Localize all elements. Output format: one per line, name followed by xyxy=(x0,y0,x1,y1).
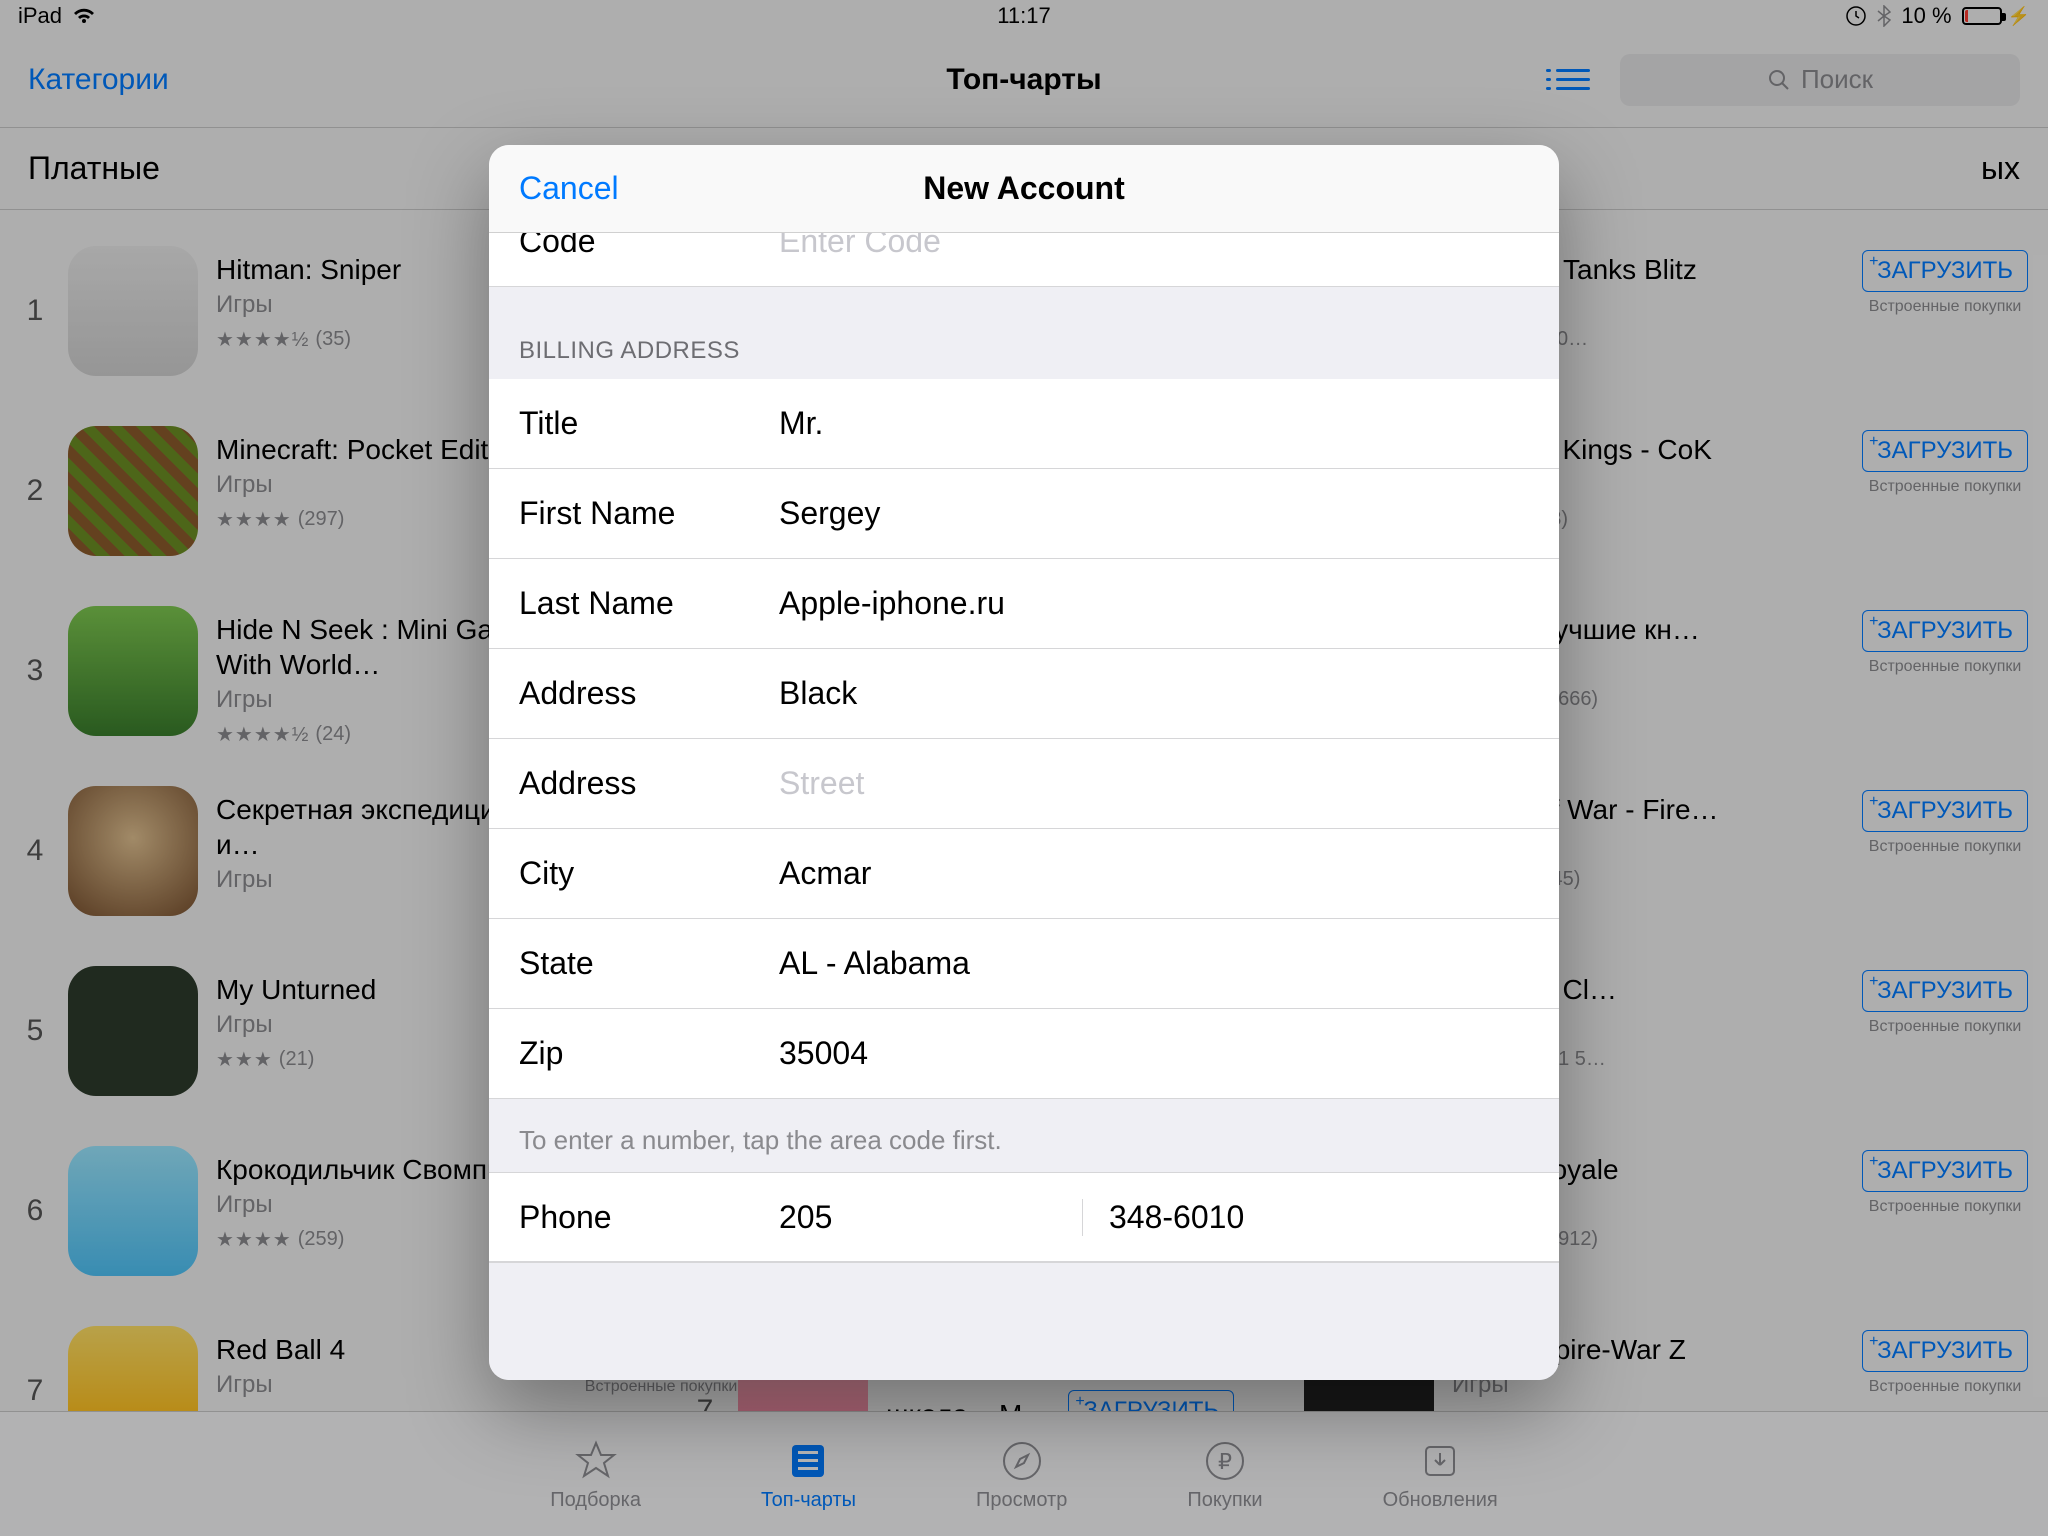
new-account-modal: Cancel New Account Code BILLING ADDRESS … xyxy=(489,145,1559,1380)
phone-number-input[interactable] xyxy=(1109,1199,1529,1236)
first-name-row[interactable]: First Name xyxy=(489,469,1559,559)
title-value[interactable]: Mr. xyxy=(779,405,1529,442)
code-row[interactable]: Code xyxy=(489,233,1559,287)
state-value[interactable]: AL - Alabama xyxy=(779,945,1529,982)
address1-input[interactable] xyxy=(779,675,1529,712)
last-name-input[interactable] xyxy=(779,585,1529,622)
title-row[interactable]: Title Mr. xyxy=(489,379,1559,469)
modal-body[interactable]: Code BILLING ADDRESS Title Mr. First Nam… xyxy=(489,233,1559,1380)
state-row[interactable]: State AL - Alabama xyxy=(489,919,1559,1009)
phone-note: To enter a number, tap the area code fir… xyxy=(489,1099,1559,1172)
address1-row[interactable]: Address xyxy=(489,649,1559,739)
address2-row[interactable]: Address xyxy=(489,739,1559,829)
billing-address-header: BILLING ADDRESS xyxy=(489,287,1559,379)
zip-row[interactable]: Zip xyxy=(489,1009,1559,1099)
cancel-button[interactable]: Cancel xyxy=(519,170,619,207)
modal-header: Cancel New Account xyxy=(489,145,1559,233)
modal-title: New Account xyxy=(923,170,1125,207)
code-label: Code xyxy=(519,233,779,260)
address2-input[interactable] xyxy=(779,765,1529,802)
first-name-input[interactable] xyxy=(779,495,1529,532)
code-input[interactable] xyxy=(779,233,1529,260)
phone-area-input[interactable]: 205 xyxy=(779,1199,1083,1236)
last-name-row[interactable]: Last Name xyxy=(489,559,1559,649)
phone-row[interactable]: Phone 205 xyxy=(489,1172,1559,1262)
city-input[interactable] xyxy=(779,855,1529,892)
modal-bottom-gap xyxy=(489,1262,1559,1352)
zip-input[interactable] xyxy=(779,1035,1529,1072)
city-row[interactable]: City xyxy=(489,829,1559,919)
